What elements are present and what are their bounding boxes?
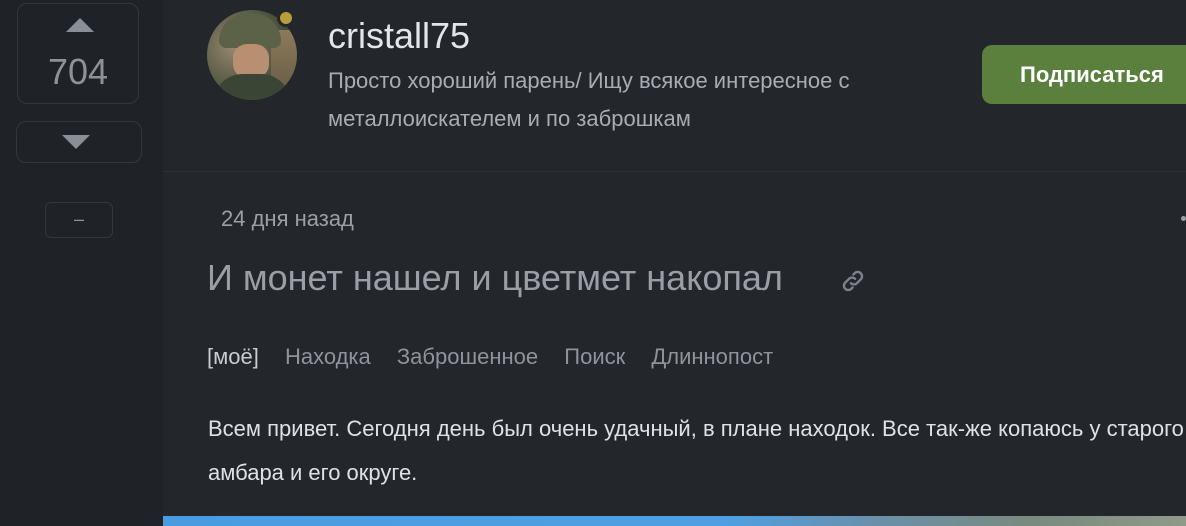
link-icon[interactable] (840, 268, 866, 294)
vote-count: 704 (47, 51, 109, 92)
post-image[interactable] (163, 516, 1186, 526)
tag-item[interactable]: Поиск (564, 344, 625, 369)
tag-item[interactable]: Находка (285, 344, 371, 369)
tag-item[interactable]: [моё] (207, 344, 259, 369)
tag-list: [моё] Находка Заброшенное Поиск Длиннопо… (207, 340, 793, 374)
author-bio: Просто хороший парень/ Ищу всякое интере… (328, 68, 850, 131)
post-date: 24 дня назад (221, 206, 354, 231)
avatar-face (233, 44, 269, 78)
status-badge (277, 9, 295, 27)
author-username[interactable]: cristall75 (328, 14, 470, 58)
post-body: Всем привет. Сегодня день был очень удач… (208, 416, 1184, 485)
post-title[interactable]: И монет нашел и цветмет накопал (207, 254, 783, 302)
avatar-helmet (219, 14, 281, 48)
more-dots-icon[interactable] (1181, 216, 1186, 221)
collapse-button[interactable]: – (45, 202, 113, 238)
downvote-button[interactable] (16, 121, 142, 163)
tag-item[interactable]: Заброшенное (397, 344, 538, 369)
tag-item[interactable]: Длиннопост (651, 344, 773, 369)
arrow-up-icon[interactable] (66, 18, 94, 32)
subscribe-button[interactable]: Подписаться (982, 45, 1186, 104)
